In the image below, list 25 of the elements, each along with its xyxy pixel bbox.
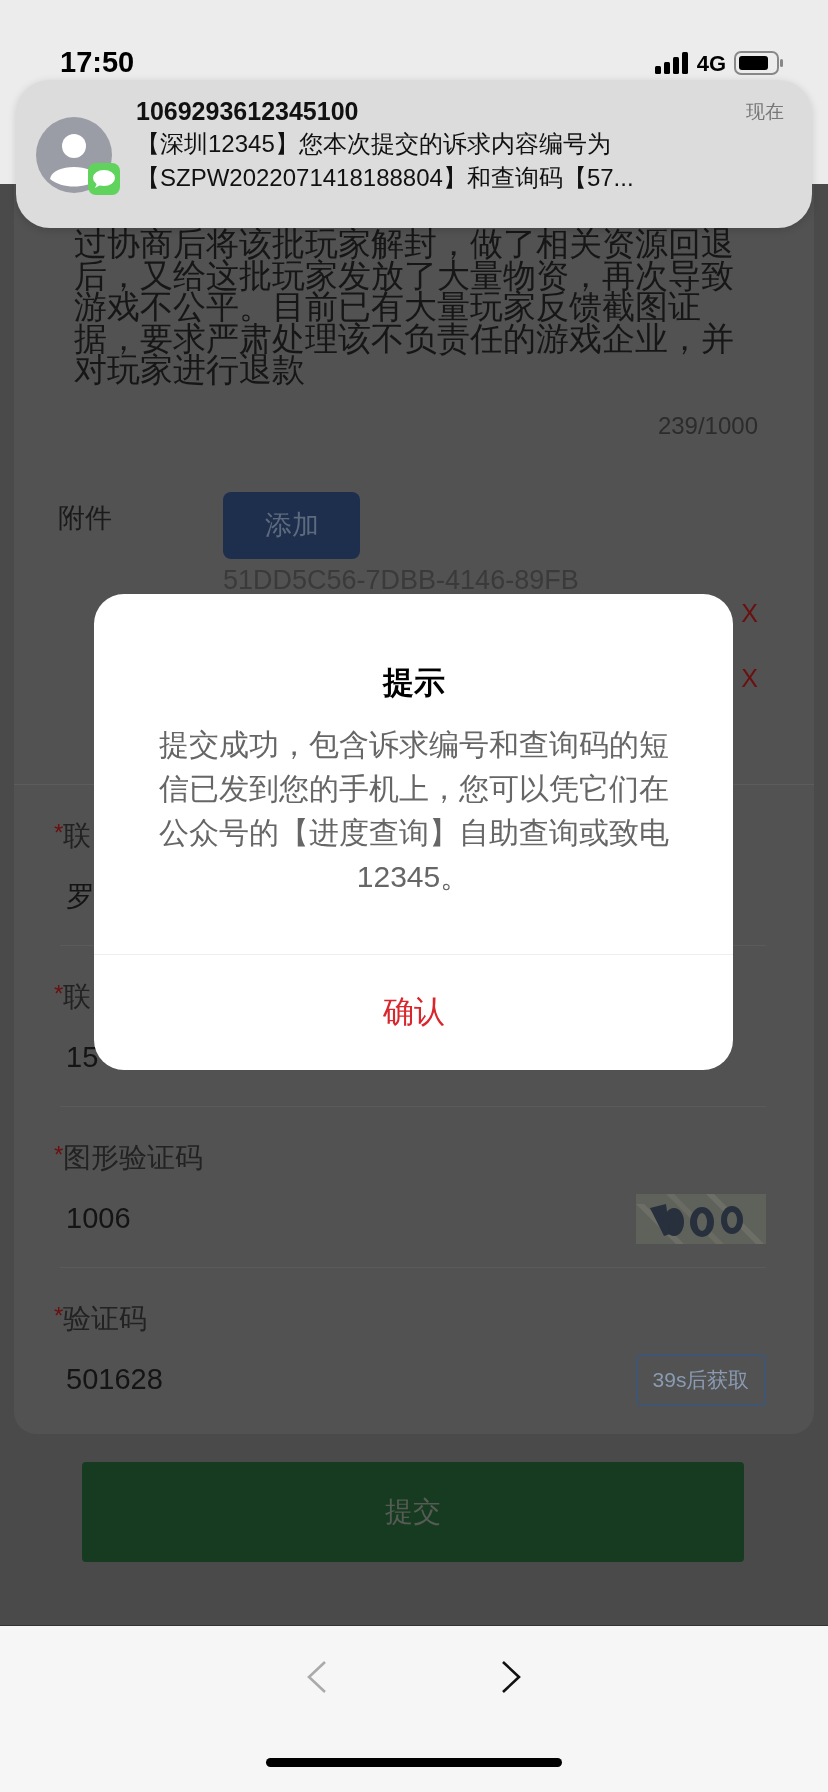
sender-number: 1069293612345100: [136, 98, 359, 127]
required-mark: *: [54, 1300, 64, 1329]
submit-button[interactable]: 提交: [82, 1461, 744, 1562]
signal-icon: [654, 52, 689, 74]
add-button[interactable]: 添加: [223, 491, 360, 559]
description-text: 过协商后将该批玩家解封，做了相关资源回退后，又给这批玩家发放了大量物资，再次导致游戏不公平。目前已有大量玩家反馈截图证据，要求严肃处理该不负责任的游戏企业，并对玩家进行退款: [73, 228, 735, 386]
countdown-button[interactable]: 39s后获取: [636, 1353, 766, 1406]
dialog-title: 提示: [382, 665, 445, 700]
required-mark: *: [54, 1139, 64, 1168]
notification-message: 【深圳12345】您本次提交的诉求内容编号为【SZPW2022071418188804】和查询码【57...: [136, 128, 635, 193]
required-mark: *: [54, 978, 64, 1007]
remove-button[interactable]: X: [741, 595, 758, 633]
field-value[interactable]: 罗: [60, 875, 95, 919]
field-value[interactable]: 1006: [60, 1197, 131, 1241]
clock-time: 17:50: [60, 45, 135, 81]
message-icon: [88, 163, 120, 195]
dialog-message: 提交成功，包含诉求编号和查询码的短信已发到您的手机上，您可以凭它们在公众号的【进度查询】自助查询或致电12345。: [157, 726, 670, 895]
battery-icon: [734, 51, 784, 75]
required-mark: *: [54, 817, 64, 846]
field-value[interactable]: 501628: [60, 1358, 163, 1402]
attachment-label: 附件: [58, 501, 113, 535]
notification-time: 现在: [746, 100, 784, 124]
network-label: 4G: [696, 49, 726, 78]
remove-button[interactable]: X: [741, 660, 758, 698]
notification-banner[interactable]: 1069293612345100 现在 【深圳12345】您本次提交的诉求内容编号为【SZPW2022071418188804】和查询码【57...: [16, 80, 812, 228]
